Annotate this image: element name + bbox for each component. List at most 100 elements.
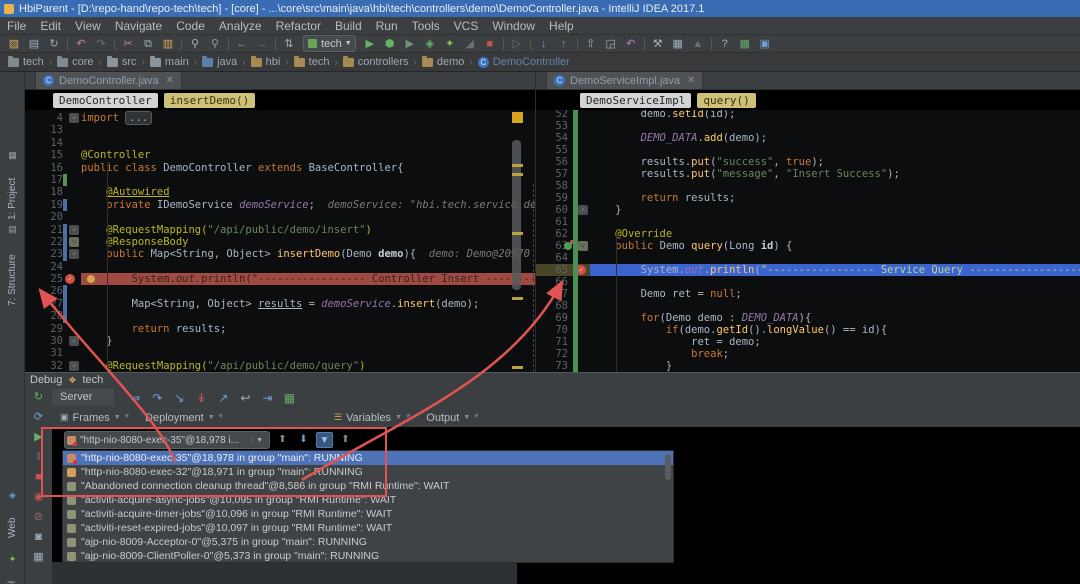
code-area-left[interactable]: 4−import ...131415@Controller16public cl… (25, 112, 535, 372)
rollback-icon[interactable]: ↶ (621, 36, 641, 52)
code-area-right[interactable]: 52 demo.setId(id);5354 DEMO_DATA.add(dem… (536, 108, 1080, 372)
code-text[interactable]: public Map<String, Object> insertDemo(De… (81, 248, 535, 260)
tab-demoserviceimpl[interactable]: C DemoServiceImpl.java ✕ (546, 72, 703, 89)
line-number[interactable]: 21˅ (25, 224, 81, 236)
gutter-marker-icon[interactable]: ˅ (69, 225, 79, 235)
code-text[interactable] (81, 137, 535, 149)
code-text[interactable]: for(Demo demo : DEMO_DATA){ (590, 312, 1080, 324)
stripe-button-project[interactable]: ▦1: Project (0, 150, 25, 220)
code-line-55[interactable]: 55 (536, 144, 1080, 156)
code-line-68[interactable]: 68 (536, 300, 1080, 312)
evaluate-expression-icon[interactable]: ▦ (278, 391, 300, 405)
line-number[interactable]: 53 (536, 120, 590, 132)
search-everywhere-icon[interactable]: ◲ (601, 36, 621, 52)
code-text[interactable]: } (590, 360, 1080, 372)
menu-run[interactable]: Run (369, 17, 405, 35)
thread-dropdown[interactable]: "http-nio-8080-exec-35"@18,978 i... ▼ (64, 431, 270, 449)
line-number[interactable]: 55 (536, 144, 590, 156)
editor-right[interactable]: C DemoServiceImpl.java ✕ DemoServiceImpl… (536, 72, 1080, 372)
code-line-23[interactable]: 23˅ public Map<String, Object> insertDem… (25, 248, 535, 260)
code-text[interactable]: if(demo.getId().longValue() == id){ (590, 324, 1080, 336)
breadcrumb-item-demo[interactable]: demo (420, 56, 467, 68)
run-icon[interactable]: ▶ (360, 36, 380, 52)
breadcrumb-item-java[interactable]: java (200, 56, 239, 68)
override-method-icon[interactable] (564, 242, 572, 250)
line-number[interactable]: 19 (25, 199, 81, 211)
help-icon[interactable]: ? (715, 36, 735, 52)
thread-list-item[interactable]: "http-nio-8080-exec-32"@18,971 in group … (63, 465, 673, 479)
code-text[interactable] (590, 180, 1080, 192)
code-line-25[interactable]: 25✓ System.out.println("----------------… (25, 273, 535, 285)
menu-tools[interactable]: Tools (405, 17, 447, 35)
code-line-65[interactable]: 65✓ System.out.println("----------------… (536, 264, 1080, 276)
line-number[interactable]: 29 (25, 323, 81, 335)
crumb-class[interactable]: DemoServiceImpl (580, 93, 691, 108)
line-number[interactable]: 24 (25, 261, 81, 273)
code-line-26[interactable]: 26 (25, 285, 535, 297)
code-line-64[interactable]: 64 (536, 252, 1080, 264)
code-text[interactable]: results.put("message", "Insert Success")… (590, 168, 1080, 180)
code-text[interactable]: public Demo query(Long id) { (590, 240, 1080, 252)
gutter-marker-icon[interactable]: ˄ (69, 336, 79, 346)
line-number[interactable]: 4− (25, 112, 81, 124)
code-line-20[interactable]: 20 (25, 211, 535, 223)
line-number[interactable]: 58 (536, 180, 590, 192)
prev-occurrence-button[interactable]: ⬆ (274, 432, 291, 448)
update-application-icon[interactable]: ⟳ (34, 411, 43, 424)
code-line-27[interactable]: 27 Map<String, Object> results = demoSer… (25, 298, 535, 310)
code-line-18[interactable]: 18 @Autowired (25, 186, 535, 198)
stripe-button-structure[interactable]: ▤7: Structure (0, 224, 25, 306)
settings-icon[interactable]: ⚒ (648, 36, 668, 52)
code-text[interactable] (81, 261, 535, 273)
line-number[interactable]: 26 (25, 285, 81, 297)
code-line-57[interactable]: 57 results.put("message", "Insert Succes… (536, 168, 1080, 180)
menu-analyze[interactable]: Analyze (212, 17, 269, 35)
menu-vcs[interactable]: VCS (447, 17, 486, 35)
gutter-marker-icon[interactable]: ˄ (578, 205, 588, 215)
pause-icon[interactable]: ‖ (36, 451, 41, 464)
thread-list-item[interactable]: "activiti-acquire-timer-jobs"@10,096 in … (63, 507, 673, 521)
code-text[interactable]: @Override (590, 228, 1080, 240)
line-number[interactable]: 68 (536, 300, 590, 312)
code-text[interactable]: System.out.println("----------------- Co… (81, 273, 536, 285)
save-all-icon[interactable]: ▤ (24, 36, 44, 52)
cut-icon[interactable]: ✂ (118, 36, 138, 52)
warning-stripe-mark[interactable] (512, 164, 523, 167)
fold-icon[interactable]: − (69, 113, 79, 123)
menu-file[interactable]: File (0, 17, 33, 35)
code-text[interactable] (81, 310, 535, 322)
menu-window[interactable]: Window (485, 17, 542, 35)
up-stack-button[interactable]: ⬆ (337, 432, 354, 448)
code-line-73[interactable]: 73 } (536, 360, 1080, 372)
line-number[interactable]: 32˅ (25, 360, 81, 372)
breadcrumb-item-democontroller[interactable]: CDemoController (476, 56, 572, 68)
stripe-button-jrebel[interactable]: ✦JRebel (0, 554, 25, 584)
code-text[interactable]: Demo ret = null; (590, 288, 1080, 300)
code-text[interactable]: System.out.println("----------------- Se… (590, 264, 1080, 276)
close-icon[interactable]: ✕ (687, 75, 695, 86)
code-line-72[interactable]: 72 break; (536, 348, 1080, 360)
crumb-method[interactable]: query() (697, 93, 755, 108)
drop-frame-icon[interactable]: ↩ (234, 391, 256, 405)
upload-icon[interactable]: ⇧ (581, 36, 601, 52)
code-line-58[interactable]: 58 (536, 180, 1080, 192)
line-number[interactable]: 63˅ (536, 240, 590, 252)
forward-icon[interactable]: → (252, 36, 272, 52)
warning-stripe-mark[interactable] (512, 366, 523, 369)
code-line-22[interactable]: 22˅ @ResponseBody (25, 236, 535, 248)
line-number[interactable]: 17 (25, 174, 81, 186)
tab-output[interactable]: Output ▼* (418, 409, 486, 427)
code-line-16[interactable]: 16public class DemoController extends Ba… (25, 162, 535, 174)
code-line-14[interactable]: 14 (25, 137, 535, 149)
line-number[interactable]: 25✓ (25, 273, 81, 285)
code-text[interactable]: results.put("success", true); (590, 156, 1080, 168)
line-number[interactable]: 60˄ (536, 204, 590, 216)
vcs-update-icon[interactable]: ↓ (534, 36, 554, 52)
code-text[interactable] (81, 174, 535, 186)
find-icon[interactable]: ⚲ (185, 36, 205, 52)
code-line-61[interactable]: 61 (536, 216, 1080, 228)
code-line-30[interactable]: 30˄ } (25, 335, 535, 347)
code-text[interactable]: return results; (81, 323, 535, 335)
code-line-17[interactable]: 17 (25, 174, 535, 186)
code-text[interactable]: @RequestMapping("/api/public/demo/insert… (81, 224, 535, 236)
